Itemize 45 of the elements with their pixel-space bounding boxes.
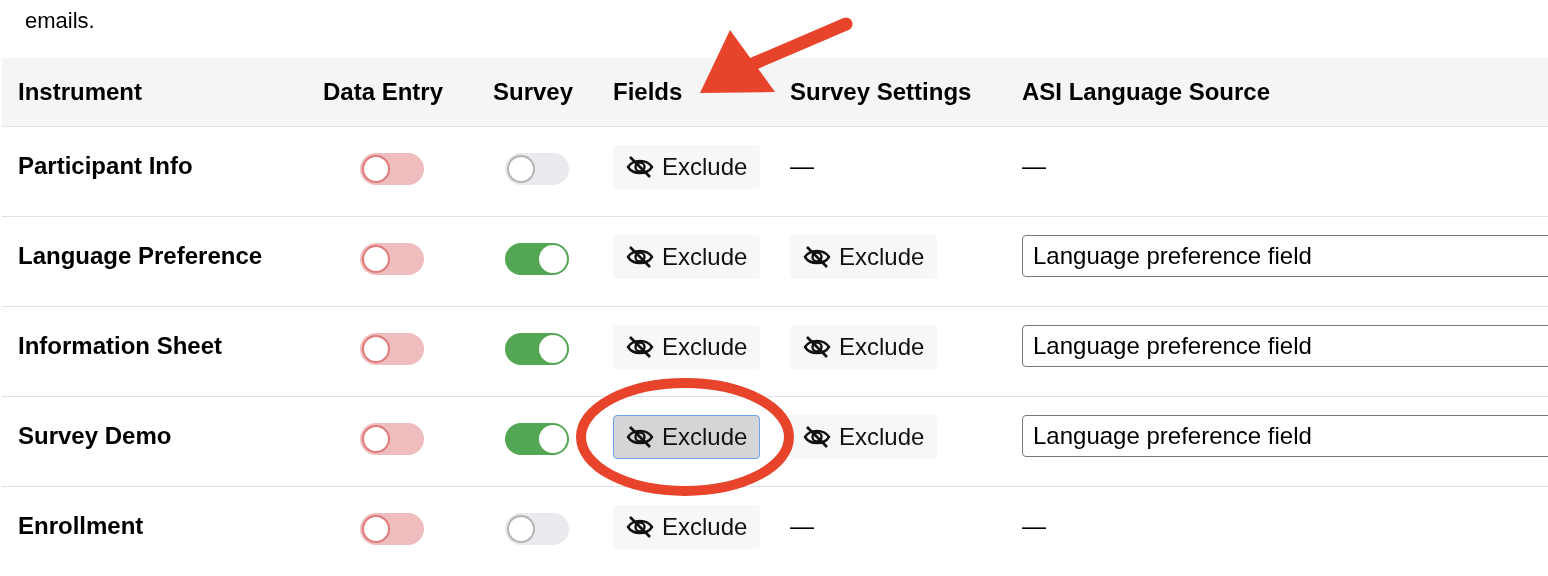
instrument-name: Information Sheet: [18, 332, 222, 359]
column-header: Instrument: [18, 78, 142, 105]
column-header: Fields: [613, 78, 683, 105]
toggle-switch[interactable]: [360, 513, 424, 545]
eye-slash-icon: [626, 155, 654, 179]
toggle-switch[interactable]: [505, 333, 569, 365]
eye-slash-icon: [803, 245, 831, 269]
toggle-switch[interactable]: [505, 513, 569, 545]
exclude-button[interactable]: Exclude: [790, 415, 938, 459]
column-header: ASI Language Source: [1022, 78, 1271, 105]
select-field[interactable]: Language preference field: [1022, 235, 1548, 277]
select-field[interactable]: Language preference field: [1022, 415, 1548, 457]
exclude-button[interactable]: Exclude: [613, 235, 761, 279]
instrument-name: Enrollment: [18, 512, 144, 539]
eye-slash-icon: [803, 425, 831, 449]
column-header: Data Entry: [323, 78, 444, 105]
exclude-button[interactable]: Exclude: [613, 505, 761, 549]
select-field[interactable]: Language preference field: [1022, 325, 1548, 367]
toggle-switch[interactable]: [360, 423, 424, 455]
column-header: Survey Settings: [790, 78, 972, 105]
exclude-button[interactable]: Exclude: [613, 325, 761, 369]
empty-value: —: [1022, 151, 1046, 181]
empty-value: —: [1022, 511, 1046, 541]
toggle-switch[interactable]: [360, 153, 424, 185]
toggle-switch[interactable]: [505, 243, 569, 275]
exclude-button[interactable]: Exclude: [790, 235, 938, 279]
empty-value: —: [790, 151, 814, 181]
eye-slash-icon: [626, 245, 654, 269]
eye-slash-icon: [803, 335, 831, 359]
instrument-name: Language Preference: [18, 242, 263, 269]
toggle-switch[interactable]: [505, 423, 569, 455]
paragraph-text: emails.: [25, 8, 95, 33]
exclude-button[interactable]: Exclude: [790, 325, 938, 369]
toggle-switch[interactable]: [360, 333, 424, 365]
toggle-switch[interactable]: [505, 153, 569, 185]
exclude-button[interactable]: Exclude: [613, 415, 761, 459]
exclude-button[interactable]: Exclude: [613, 145, 761, 189]
eye-slash-icon: [626, 335, 654, 359]
instrument-name: Survey Demo: [18, 422, 172, 449]
toggle-switch[interactable]: [360, 243, 424, 275]
empty-value: —: [790, 511, 814, 541]
eye-slash-icon: [626, 515, 654, 539]
eye-slash-icon: [626, 425, 654, 449]
instrument-name: Participant Info: [18, 152, 193, 179]
column-header: Survey: [493, 78, 574, 105]
